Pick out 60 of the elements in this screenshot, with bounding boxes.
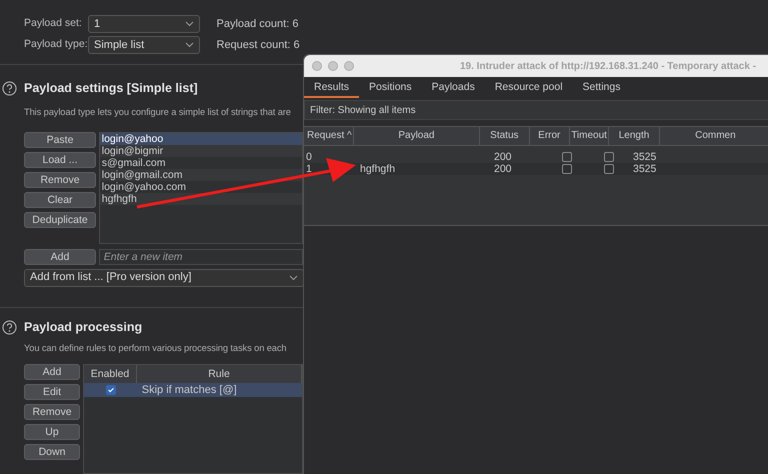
filter-bar[interactable]: Filter: Showing all items xyxy=(304,100,768,120)
count-text: Request count: 6 xyxy=(216,38,300,53)
help-icon[interactable] xyxy=(2,80,17,96)
column-header[interactable]: Payload xyxy=(354,127,480,145)
rule-text: Skip if matches [@] xyxy=(142,383,237,398)
dropdown[interactable]: 1 xyxy=(88,15,200,33)
window-title: 19. Intruder attack of http://192.168.31.240 - Temporary attack - xyxy=(460,60,756,74)
table-cell-text: 200 xyxy=(493,163,513,175)
table-cell-text: hgfhgfh xyxy=(359,163,396,175)
list-item[interactable]: login@bigmir xyxy=(100,144,302,157)
table-cell-text: 0 xyxy=(305,151,313,163)
add-button[interactable]: Add xyxy=(24,248,96,265)
column-header[interactable]: Status xyxy=(480,127,530,145)
column-header: Enabled xyxy=(84,365,138,384)
rule-row[interactable]: Skip if matches [@] xyxy=(84,383,302,398)
column-header[interactable]: Error xyxy=(530,127,570,145)
section-title: Payload processing xyxy=(24,318,142,336)
table-cell-text: 1 xyxy=(305,163,313,175)
caret-icon xyxy=(289,274,298,281)
table-cell-text: 3525 xyxy=(632,163,658,175)
list-item[interactable]: login@yahoo.com xyxy=(100,180,302,193)
list-button[interactable]: Remove xyxy=(24,172,96,188)
caret-icon xyxy=(185,42,194,48)
list-item[interactable]: hgfhgfh xyxy=(100,192,302,205)
list-button[interactable]: Load ... xyxy=(24,152,96,168)
checkbox[interactable] xyxy=(106,385,116,396)
tab[interactable]: Resource pool xyxy=(484,79,573,98)
tab[interactable]: Settings xyxy=(572,79,630,98)
new-item-field[interactable]: Enter a new item xyxy=(98,248,303,265)
column-header[interactable]: Length xyxy=(609,127,660,145)
column-header[interactable]: Timeout xyxy=(570,127,610,145)
rule-button[interactable]: Up xyxy=(24,424,80,440)
rule-button[interactable]: Down xyxy=(24,444,80,460)
help-icon[interactable] xyxy=(2,320,17,335)
tab[interactable]: Payloads xyxy=(422,79,485,98)
count-text: Payload count: 6 xyxy=(216,16,298,32)
dropdown[interactable]: Simple list xyxy=(88,36,200,54)
rule-button[interactable]: Add xyxy=(24,364,80,380)
list-button[interactable]: Deduplicate xyxy=(24,212,96,228)
section-description: This payload type lets you configure a simple list of strings that are xyxy=(24,106,291,119)
rule-button[interactable]: Edit xyxy=(24,384,80,400)
list-item[interactable]: s@gmail.com xyxy=(100,156,302,169)
list-button[interactable]: Clear xyxy=(24,192,96,208)
list-button[interactable]: Paste xyxy=(24,132,96,148)
section-title: Payload settings [Simple list] xyxy=(24,80,198,97)
column-header[interactable]: Commen xyxy=(660,127,768,145)
tab[interactable]: Positions xyxy=(359,79,422,98)
field-label: Payload type: xyxy=(24,37,88,52)
rule-button[interactable]: Remove xyxy=(24,404,80,420)
caret-icon xyxy=(185,21,194,27)
column-header[interactable]: Request ^ xyxy=(304,127,354,145)
table-cell-text: 3525 xyxy=(632,151,658,163)
field-label: Payload set: xyxy=(24,16,83,32)
table-cell-text: 200 xyxy=(493,151,513,163)
tab[interactable]: Results xyxy=(304,79,360,98)
column-header: Rule xyxy=(137,365,302,384)
section-description: You can define rules to perform various processing tasks on each xyxy=(24,342,287,356)
add-from-list-dropdown[interactable]: Add from list ... [Pro version only] xyxy=(24,268,304,287)
list-item[interactable]: login@yahoo xyxy=(100,132,302,145)
list-item[interactable]: login@gmail.com xyxy=(100,168,302,181)
